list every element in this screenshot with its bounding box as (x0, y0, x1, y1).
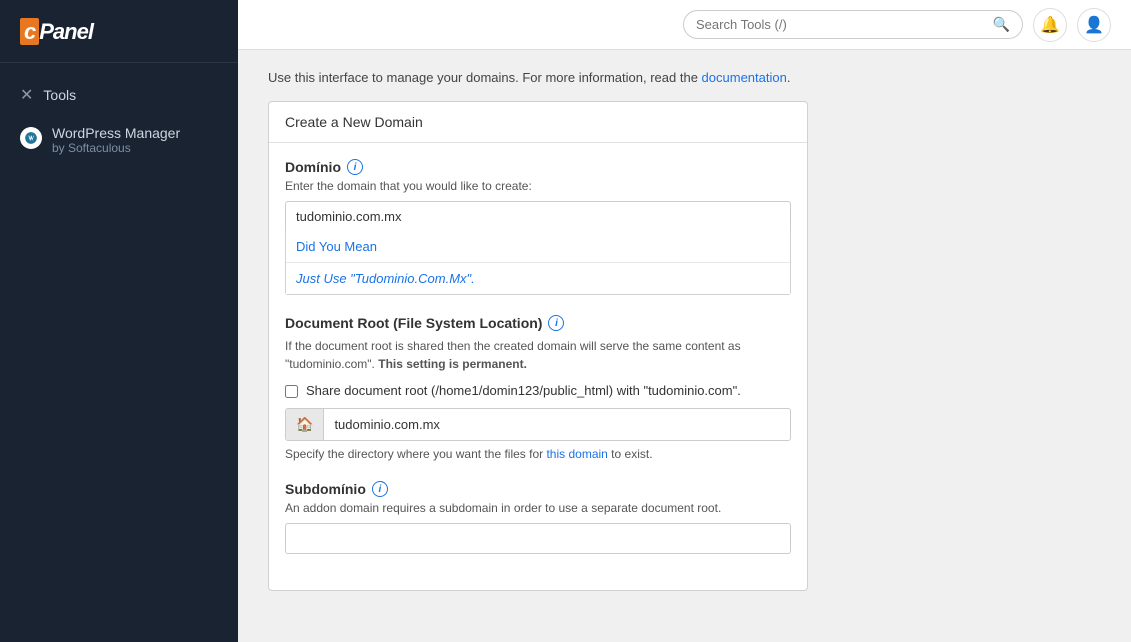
bell-icon: 🔔 (1040, 15, 1060, 35)
document-root-label-text: Document Root (File System Location) (285, 315, 542, 331)
sidebar-item-wordpress-manager[interactable]: WordPress Manager by Softaculous (0, 115, 238, 165)
document-root-field-group: Document Root (File System Location) i I… (285, 315, 791, 461)
intro-text-main: Use this interface to manage your domain… (268, 70, 702, 85)
content-area: Use this interface to manage your domain… (238, 50, 1131, 642)
domain-input[interactable] (285, 201, 791, 231)
sidebar-nav: ✕ Tools WordPress Manager by Softaculous (0, 63, 238, 177)
main-area: 🔍 🔔 👤 Use this interface to manage your … (238, 0, 1131, 642)
notifications-button[interactable]: 🔔 (1033, 8, 1067, 42)
did-you-mean-label: Did You Mean (286, 231, 790, 263)
wordpress-icon (20, 127, 42, 149)
sidebar-item-tools[interactable]: ✕ Tools (0, 75, 238, 115)
share-docroot-checkbox[interactable] (285, 385, 298, 398)
hint-text-before: Specify the directory where you want the… (285, 447, 546, 461)
domain-label-text: Domínio (285, 159, 341, 175)
share-docroot-label: Share document root (/home1/domin123/pub… (306, 383, 741, 398)
subdomain-help-icon[interactable]: i (372, 481, 388, 497)
intro-text-end: . (787, 70, 791, 85)
intro-text: Use this interface to manage your domain… (268, 70, 1101, 85)
sidebar-item-tools-label: Tools (43, 87, 76, 103)
hint-link[interactable]: this domain (546, 447, 607, 461)
suggestion-box: Did You Mean Just Use "Tudominio.Com.Mx"… (285, 231, 791, 295)
wordpress-manager-text: WordPress Manager by Softaculous (52, 125, 180, 155)
wordpress-manager-label: WordPress Manager (52, 125, 180, 141)
domain-field-label: Domínio i (285, 159, 791, 175)
document-root-label: Document Root (File System Location) i (285, 315, 791, 331)
subdomain-inputs-row (285, 523, 791, 554)
share-docroot-row: Share document root (/home1/domin123/pub… (285, 383, 791, 398)
doc-root-desc-bold: This setting is permanent. (378, 357, 527, 371)
subdomain-description: An addon domain requires a subdomain in … (285, 501, 791, 515)
user-button[interactable]: 👤 (1077, 8, 1111, 42)
search-input[interactable] (696, 17, 985, 32)
subdomain-field-group: Subdomínio i An addon domain requires a … (285, 481, 791, 554)
search-icon: 🔍 (993, 16, 1010, 33)
document-root-description: If the document root is shared then the … (285, 337, 791, 373)
subdomain-input[interactable] (285, 523, 791, 554)
hint-text-after: to exist. (608, 447, 653, 461)
form-card-body: Domínio i Enter the domain that you woul… (269, 143, 807, 590)
docroot-input[interactable] (324, 410, 790, 439)
subdomain-label-text: Subdomínio (285, 481, 366, 497)
domain-field-description: Enter the domain that you would like to … (285, 179, 791, 193)
form-card-title: Create a New Domain (269, 102, 807, 143)
sidebar-logo: cPanel (0, 0, 238, 63)
domain-help-icon[interactable]: i (347, 159, 363, 175)
subdomain-label: Subdomínio i (285, 481, 791, 497)
document-root-help-icon[interactable]: i (548, 315, 564, 331)
user-icon: 👤 (1084, 15, 1104, 35)
sidebar: cPanel ✕ Tools WordPress Manager by Soft… (0, 0, 238, 642)
docroot-input-wrapper: 🏠 (285, 408, 791, 441)
documentation-link[interactable]: documentation (702, 70, 787, 85)
docroot-hint: Specify the directory where you want the… (285, 447, 791, 461)
domain-field-group: Domínio i Enter the domain that you woul… (285, 159, 791, 295)
wordpress-manager-sublabel: by Softaculous (52, 141, 180, 155)
search-bar[interactable]: 🔍 (683, 10, 1023, 39)
suggestion-link[interactable]: Just Use "Tudominio.Com.Mx". (286, 263, 790, 294)
header: 🔍 🔔 👤 (238, 0, 1131, 50)
cpanel-logo-text: cPanel (20, 18, 218, 46)
tools-icon: ✕ (20, 85, 33, 105)
create-domain-form: Create a New Domain Domínio i Enter the … (268, 101, 808, 591)
home-icon: 🏠 (286, 409, 324, 440)
